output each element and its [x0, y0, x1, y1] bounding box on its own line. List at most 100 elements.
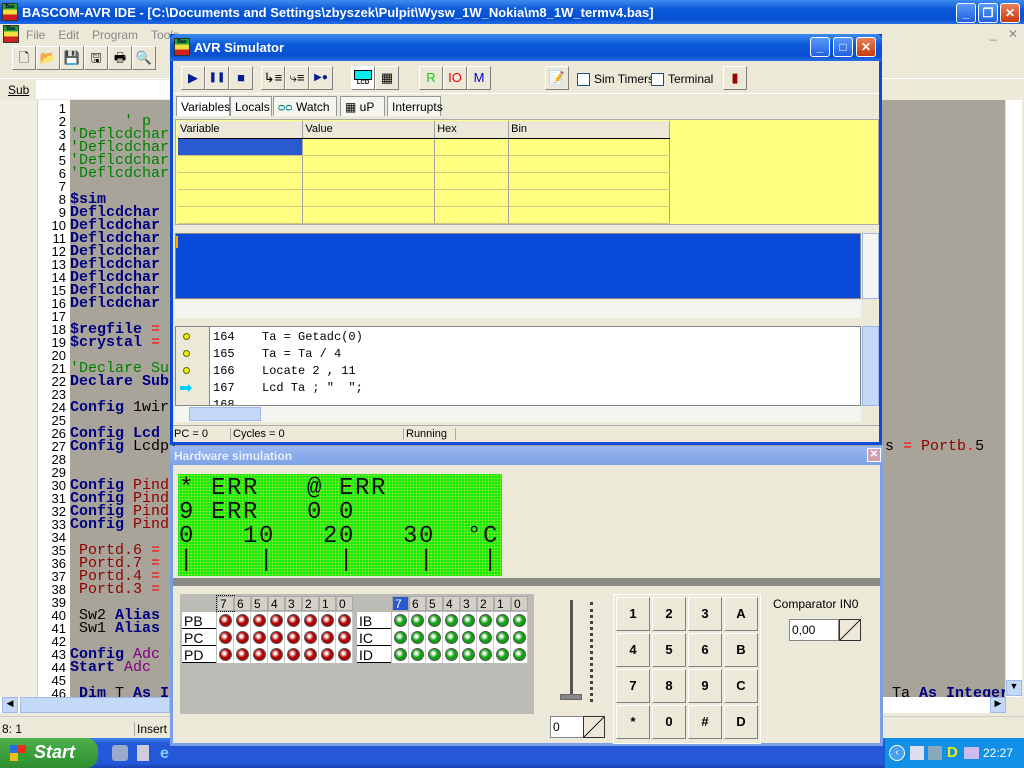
bit-header-in-4[interactable]: 4: [443, 596, 460, 611]
sim-timers-check[interactable]: [577, 73, 590, 87]
tray-mail-icon[interactable]: [964, 747, 979, 759]
port-ic-bit-4[interactable]: [443, 629, 460, 646]
sim-minimize-button[interactable]: _: [810, 37, 830, 57]
editor-vscrollbar[interactable]: ▼: [1005, 100, 1022, 697]
port-ic-bit-6[interactable]: [409, 629, 426, 646]
tab-watch[interactable]: ᴑᴑ Watch: [273, 96, 337, 116]
open-folder-button[interactable]: 📂: [36, 46, 60, 70]
memory-hscrollbar[interactable]: [175, 300, 861, 318]
minimize-button[interactable]: _: [956, 3, 976, 23]
sim-timers-checkbox[interactable]: Sim Timers: [577, 72, 654, 87]
slider-value-field[interactable]: 0: [550, 716, 584, 738]
variable-cell[interactable]: [302, 172, 436, 190]
exit-button[interactable]: ▮: [723, 66, 747, 90]
sim-maximize-button[interactable]: □: [833, 37, 853, 57]
variable-cell[interactable]: [434, 138, 510, 156]
tab-locals[interactable]: Locals: [230, 96, 272, 116]
registers-button[interactable]: R: [419, 66, 443, 90]
tab-interrupts[interactable]: Interrupts: [387, 96, 443, 116]
comparator-value-field[interactable]: 0,00: [789, 619, 839, 641]
menu-program[interactable]: Program: [92, 28, 138, 42]
run-button[interactable]: ▶: [181, 66, 205, 90]
keypad-key-A[interactable]: A: [724, 597, 758, 631]
quicklaunch-ie-icon[interactable]: e: [160, 745, 169, 763]
bit-header-in-3[interactable]: 3: [460, 596, 477, 611]
breakpoint-icon[interactable]: [183, 350, 190, 357]
port-id-bit-5[interactable]: [426, 646, 443, 663]
port-ib-bit-1[interactable]: [494, 612, 511, 629]
slider-spin-button[interactable]: [583, 716, 605, 738]
lcd-button[interactable]: LCD: [351, 66, 375, 90]
keypad-key-3[interactable]: 3: [688, 597, 722, 631]
variable-cell[interactable]: [508, 189, 670, 207]
tray-network-icon[interactable]: [928, 746, 942, 760]
memory-button[interactable]: M: [467, 66, 491, 90]
source-vscrollbar[interactable]: [862, 326, 879, 406]
column-header-hex[interactable]: Hex: [434, 121, 510, 139]
bit-header-out-0[interactable]: 0: [336, 596, 353, 611]
keypad-key-5[interactable]: 5: [652, 633, 686, 667]
step-into-button[interactable]: ↳≡: [261, 66, 285, 90]
column-header-bin[interactable]: Bin: [508, 121, 670, 139]
keypad-key-C[interactable]: C: [724, 669, 758, 703]
bit-header-out-3[interactable]: 3: [285, 596, 302, 611]
variable-cell[interactable]: [508, 155, 670, 173]
variable-cell[interactable]: [302, 138, 436, 156]
keypad-key-2[interactable]: 2: [652, 597, 686, 631]
keypad-key-4[interactable]: 4: [616, 633, 650, 667]
variable-row[interactable]: [178, 206, 670, 224]
comparator-spin-button[interactable]: [839, 619, 861, 641]
restore-button[interactable]: ❐: [978, 3, 998, 23]
bit-header-in-0[interactable]: 0: [511, 596, 528, 611]
pause-button[interactable]: ❚❚: [205, 66, 229, 90]
bit-header-out-2[interactable]: 2: [302, 596, 319, 611]
slider-thumb[interactable]: [560, 694, 582, 700]
stop-button[interactable]: ■: [229, 66, 253, 90]
port-id-bit-6[interactable]: [409, 646, 426, 663]
mdi-close-icon[interactable]: ✕: [1008, 27, 1018, 41]
variable-cell[interactable]: [302, 206, 436, 224]
column-header-value[interactable]: Value: [302, 121, 436, 139]
port-ic-bit-2[interactable]: [477, 629, 494, 646]
variable-cell[interactable]: [434, 206, 510, 224]
keypad-key-1[interactable]: 1: [616, 597, 650, 631]
keypad-key-*[interactable]: *: [616, 705, 650, 739]
port-id-bit-3[interactable]: [460, 646, 477, 663]
quicklaunch-app-icon[interactable]: [137, 745, 149, 761]
new-file-button[interactable]: 🗋: [12, 46, 36, 70]
hscroll-thumb[interactable]: [20, 697, 170, 713]
port-ib-bit-0[interactable]: [511, 612, 528, 629]
variable-cell[interactable]: [508, 172, 670, 190]
terminal-check[interactable]: [651, 73, 664, 87]
keypad-key-9[interactable]: 9: [688, 669, 722, 703]
code-text[interactable]: ' p 'Deflcdchar 'Deflcdchar 'Deflcdchar 'Def…: [70, 102, 178, 701]
variable-cell[interactable]: [508, 138, 670, 156]
port-ib-bit-2[interactable]: [477, 612, 494, 629]
chip-button[interactable]: ▦: [375, 66, 399, 90]
bit-header-in-5[interactable]: 5: [426, 596, 443, 611]
menu-edit[interactable]: Edit: [58, 28, 79, 42]
source-hscrollbar[interactable]: [175, 406, 861, 422]
variable-cell[interactable]: [434, 189, 510, 207]
breakpoint-icon[interactable]: [183, 367, 190, 374]
variable-cell[interactable]: [434, 155, 510, 173]
port-ib-bit-7[interactable]: [392, 612, 409, 629]
port-id-bit-2[interactable]: [477, 646, 494, 663]
breakpoint-icon[interactable]: [183, 333, 190, 340]
variable-row[interactable]: [178, 189, 670, 207]
refresh-button[interactable]: 📝: [545, 66, 569, 90]
variable-cell[interactable]: [302, 155, 436, 173]
sim-close-button[interactable]: ✕: [856, 37, 876, 57]
keypad-key-6[interactable]: 6: [688, 633, 722, 667]
keypad-key-B[interactable]: B: [724, 633, 758, 667]
bit-header-in-7[interactable]: 7: [392, 596, 409, 611]
sub-select[interactable]: [36, 80, 176, 99]
tab-variables[interactable]: Variables: [176, 96, 230, 116]
port-ic-bit-5[interactable]: [426, 629, 443, 646]
variable-row[interactable]: [178, 155, 670, 173]
scroll-left-arrow[interactable]: ◀: [2, 697, 18, 713]
keypad-key-7[interactable]: 7: [616, 669, 650, 703]
bit-header-in-6[interactable]: 6: [409, 596, 426, 611]
bit-header-in-1[interactable]: 1: [494, 596, 511, 611]
variable-row[interactable]: [178, 172, 670, 190]
